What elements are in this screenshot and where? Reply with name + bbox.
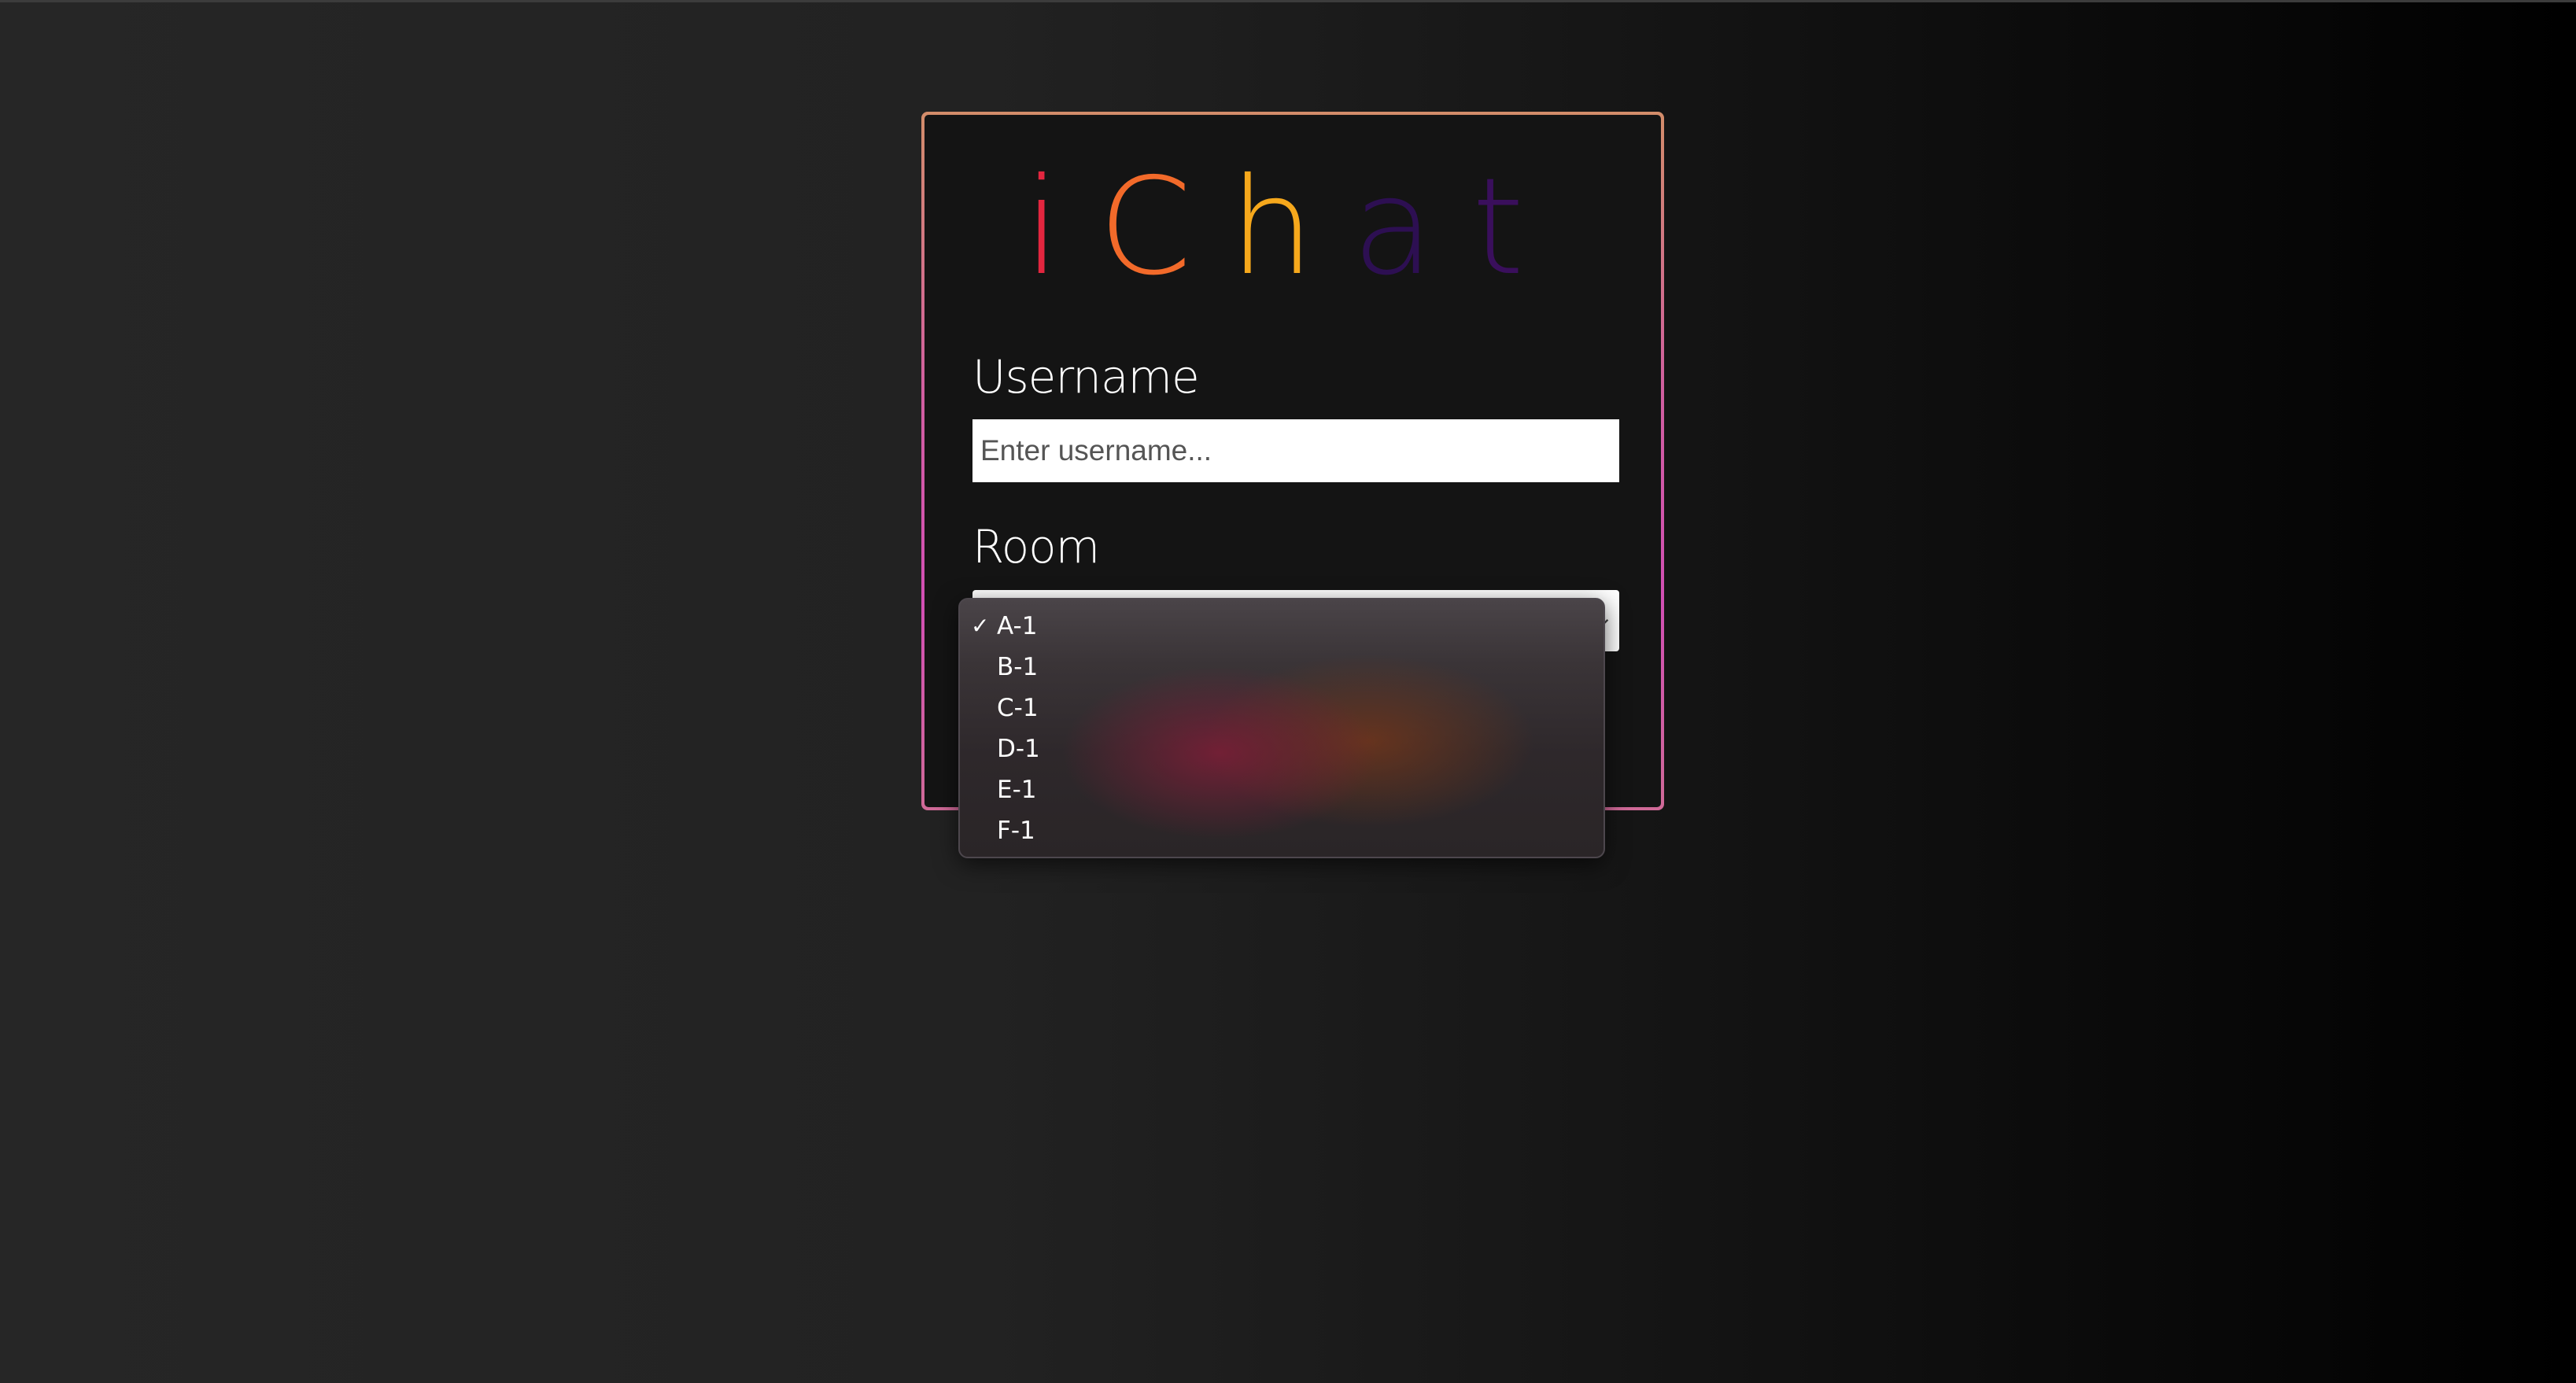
- username-input[interactable]: [972, 419, 1619, 482]
- room-option-f1[interactable]: F-1: [960, 810, 1604, 851]
- room-option-label: C-1: [997, 694, 1039, 722]
- room-dropdown-menu: ✓ A-1 B-1 C-1 D-1 E-1 F-1: [958, 598, 1605, 858]
- checkmark-icon: ✓: [971, 613, 990, 639]
- logo-letter-a: a: [1352, 149, 1472, 305]
- room-option-c1[interactable]: C-1: [960, 688, 1604, 728]
- room-option-label: A-1: [997, 612, 1038, 640]
- logo-letter-t: t: [1471, 149, 1563, 305]
- room-option-d1[interactable]: D-1: [960, 728, 1604, 769]
- room-option-label: B-1: [997, 653, 1039, 681]
- room-label: Room: [972, 520, 1100, 573]
- room-option-a1[interactable]: ✓ A-1: [960, 606, 1604, 647]
- username-label: Username: [972, 350, 1200, 404]
- room-option-label: D-1: [997, 735, 1040, 763]
- logo-letter-i: i: [1023, 149, 1098, 305]
- logo-letter-c: C: [1098, 149, 1230, 305]
- room-option-e1[interactable]: E-1: [960, 769, 1604, 810]
- room-option-label: F-1: [997, 817, 1035, 845]
- room-option-b1[interactable]: B-1: [960, 647, 1604, 688]
- top-divider: [0, 0, 2576, 2]
- logo-letter-h: h: [1229, 149, 1353, 305]
- room-option-label: E-1: [997, 776, 1037, 804]
- app-logo: iChat: [924, 160, 1661, 294]
